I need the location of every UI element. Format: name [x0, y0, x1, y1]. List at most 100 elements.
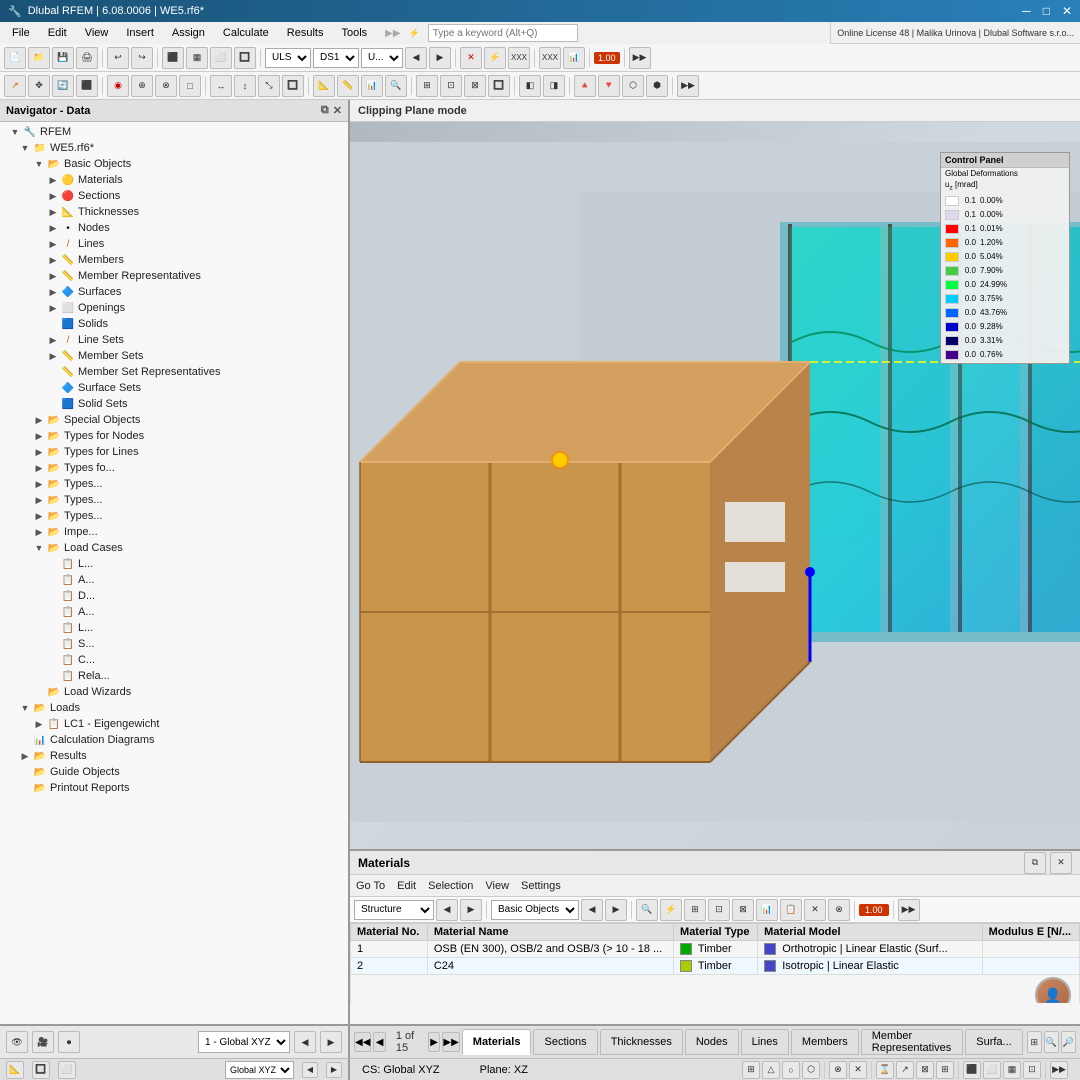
- tb2-btn6[interactable]: ⊕: [131, 75, 153, 97]
- mat-filter-btn[interactable]: ⚡: [660, 899, 682, 921]
- thicknesses-arrow[interactable]: ▶: [46, 207, 60, 218]
- tree-basic-objects[interactable]: ▼ 📂 Basic Objects: [0, 156, 348, 172]
- table-row[interactable]: 2 C24 Timber Isotropic | Linear Elastic: [351, 958, 1080, 975]
- tree-lines[interactable]: ▶ / Lines: [0, 236, 348, 252]
- tb2-btn20[interactable]: 🔲: [488, 75, 510, 97]
- uls-combo[interactable]: ULS: [265, 48, 311, 68]
- tree-load-item-3[interactable]: ▶ 📋 D...: [0, 588, 348, 604]
- tb2-btn25[interactable]: ⬡: [622, 75, 644, 97]
- member-rep-arrow[interactable]: ▶: [46, 271, 60, 282]
- tree-load-item-2[interactable]: ▶ 📋 A...: [0, 572, 348, 588]
- tb2-btn22[interactable]: ◨: [543, 75, 565, 97]
- nav-first-btn[interactable]: ◀◀: [354, 1032, 371, 1052]
- sb-icon-3[interactable]: ○: [782, 1061, 800, 1079]
- tab-members[interactable]: Members: [791, 1029, 859, 1055]
- surfaces-arrow[interactable]: ▶: [46, 287, 60, 298]
- tree-members[interactable]: ▶ 📏 Members: [0, 252, 348, 268]
- view-btn2[interactable]: ▦: [186, 47, 208, 69]
- mat-combo-next[interactable]: ▶: [605, 899, 627, 921]
- mat-combo-basic[interactable]: Basic Objects: [491, 900, 579, 920]
- tb2-btn16[interactable]: 🔍: [385, 75, 407, 97]
- xyz-right[interactable]: ▶: [320, 1031, 342, 1053]
- maximize-btn[interactable]: □: [1043, 4, 1050, 18]
- zoom-fit-btn[interactable]: ⊞: [1027, 1031, 1042, 1053]
- zoom-out-btn[interactable]: 🔎: [1061, 1031, 1076, 1053]
- lines-arrow[interactable]: ▶: [46, 239, 60, 250]
- tree-sections[interactable]: ▶ 🔴 Sections: [0, 188, 348, 204]
- mat-col3-btn[interactable]: ⊠: [732, 899, 754, 921]
- tree-types-nodes[interactable]: ▶ 📂 Types for Nodes: [0, 428, 348, 444]
- tree-results[interactable]: ▶ 📂 Results: [0, 748, 348, 764]
- save-btn[interactable]: 💾: [52, 47, 74, 69]
- tree-load-item-7[interactable]: ▶ 📋 C...: [0, 652, 348, 668]
- calc-btn[interactable]: ✕: [460, 47, 482, 69]
- table-row[interactable]: 1 OSB (EN 300), OSB/2 and OSB/3 (> 10 - …: [351, 941, 1080, 958]
- tb2-btn17[interactable]: ⊞: [416, 75, 438, 97]
- global-xyz-combo[interactable]: 1 - Global XYZ: [198, 1031, 290, 1053]
- tree-load-cases-group[interactable]: ▼ 📂 Load Cases: [0, 540, 348, 556]
- tree-we5[interactable]: ▼ 📁 WE5.rf6*: [0, 140, 348, 156]
- tb2-btn13[interactable]: 📐: [313, 75, 335, 97]
- tree-load-item-6[interactable]: ▶ 📋 S...: [0, 636, 348, 652]
- tree-load-item-8[interactable]: ▶ 📋 Rela...: [0, 668, 348, 684]
- coord-left[interactable]: ◀: [302, 1062, 318, 1078]
- open-btn[interactable]: 📁: [28, 47, 50, 69]
- end-btn[interactable]: ▶▶: [629, 47, 651, 69]
- tb2-btn1[interactable]: ↗: [4, 75, 26, 97]
- mat-nav-next[interactable]: ▶: [460, 899, 482, 921]
- navigator-close-btn[interactable]: ✕: [333, 104, 342, 117]
- ds-combo[interactable]: DS1: [313, 48, 359, 68]
- sb-icon-8[interactable]: ↗: [896, 1061, 914, 1079]
- new-btn[interactable]: 📄: [4, 47, 26, 69]
- redo-btn[interactable]: ↪: [131, 47, 153, 69]
- tb2-btn3[interactable]: 🔄: [52, 75, 74, 97]
- mat-combo-prev[interactable]: ◀: [581, 899, 603, 921]
- minimize-btn[interactable]: ─: [1022, 4, 1031, 18]
- nav-next-btn[interactable]: ▶: [428, 1032, 440, 1052]
- tree-types-surfaces[interactable]: ▶ 📂 Types...: [0, 492, 348, 508]
- scene-area[interactable]: Control Panel Global Deformations uz [mr…: [350, 122, 1080, 1024]
- line-sets-arrow[interactable]: ▶: [46, 335, 60, 346]
- sb-icon-11[interactable]: ⬛: [963, 1061, 981, 1079]
- tb2-btn7[interactable]: ⊗: [155, 75, 177, 97]
- tree-member-sets[interactable]: ▶ 📏 Member Sets: [0, 348, 348, 364]
- tree-member-set-rep[interactable]: ▶ 📏 Member Set Representatives: [0, 364, 348, 380]
- tb2-btn9[interactable]: ↔: [210, 75, 232, 97]
- nav-left[interactable]: ◀: [405, 47, 427, 69]
- mat-menu-view[interactable]: View: [485, 880, 509, 892]
- nav-last-btn[interactable]: ▶▶: [442, 1032, 459, 1052]
- misc-btn2[interactable]: 📊: [563, 47, 585, 69]
- status-icon-1[interactable]: 📐: [6, 1061, 24, 1079]
- materials-arrow[interactable]: ▶: [46, 175, 60, 186]
- sb-icon-6[interactable]: ✕: [849, 1061, 867, 1079]
- xyz-left[interactable]: ◀: [294, 1031, 316, 1053]
- nav-right[interactable]: ▶: [429, 47, 451, 69]
- tb2-btn12[interactable]: 🔲: [282, 75, 304, 97]
- tree-thicknesses[interactable]: ▶ 📐 Thicknesses: [0, 204, 348, 220]
- tb2-btn21[interactable]: ◧: [519, 75, 541, 97]
- sections-arrow[interactable]: ▶: [46, 191, 60, 202]
- menu-file[interactable]: File: [4, 25, 38, 41]
- tree-load-item-4[interactable]: ▶ 📋 A...: [0, 604, 348, 620]
- tree-member-representatives[interactable]: ▶ 📏 Member Representatives: [0, 268, 348, 284]
- tree-lc1[interactable]: ▶ 📋 LC1 - Eigengewicht: [0, 716, 348, 732]
- tree-types-members1[interactable]: ▶ 📂 Types fo...: [0, 460, 348, 476]
- tb2-btn14[interactable]: 📏: [337, 75, 359, 97]
- mat-search-btn[interactable]: 🔍: [636, 899, 658, 921]
- tab-member-representatives[interactable]: Member Representatives: [861, 1029, 963, 1055]
- mat-restore-btn[interactable]: ⧉: [1024, 852, 1046, 874]
- tree-printout-reports[interactable]: ▶ 📂 Printout Reports: [0, 780, 348, 796]
- tree-types-lines[interactable]: ▶ 📂 Types for Lines: [0, 444, 348, 460]
- view-btn1[interactable]: ⬛: [162, 47, 184, 69]
- sb-icon-13[interactable]: ▦: [1003, 1061, 1021, 1079]
- tree-rfem[interactable]: ▼ 🔧 RFEM: [0, 124, 348, 140]
- we5-arrow[interactable]: ▼: [18, 143, 32, 153]
- view-btn3[interactable]: ⬜: [210, 47, 232, 69]
- status-icon-3[interactable]: ⬜: [58, 1061, 76, 1079]
- tab-sections[interactable]: Sections: [533, 1029, 597, 1055]
- rfem-arrow[interactable]: ▼: [8, 127, 22, 137]
- coord-system-combo[interactable]: Global XYZ: [225, 1061, 294, 1079]
- sb-icon-5[interactable]: ⊗: [829, 1061, 847, 1079]
- member-sets-arrow[interactable]: ▶: [46, 351, 60, 362]
- menu-insert[interactable]: Insert: [118, 25, 162, 41]
